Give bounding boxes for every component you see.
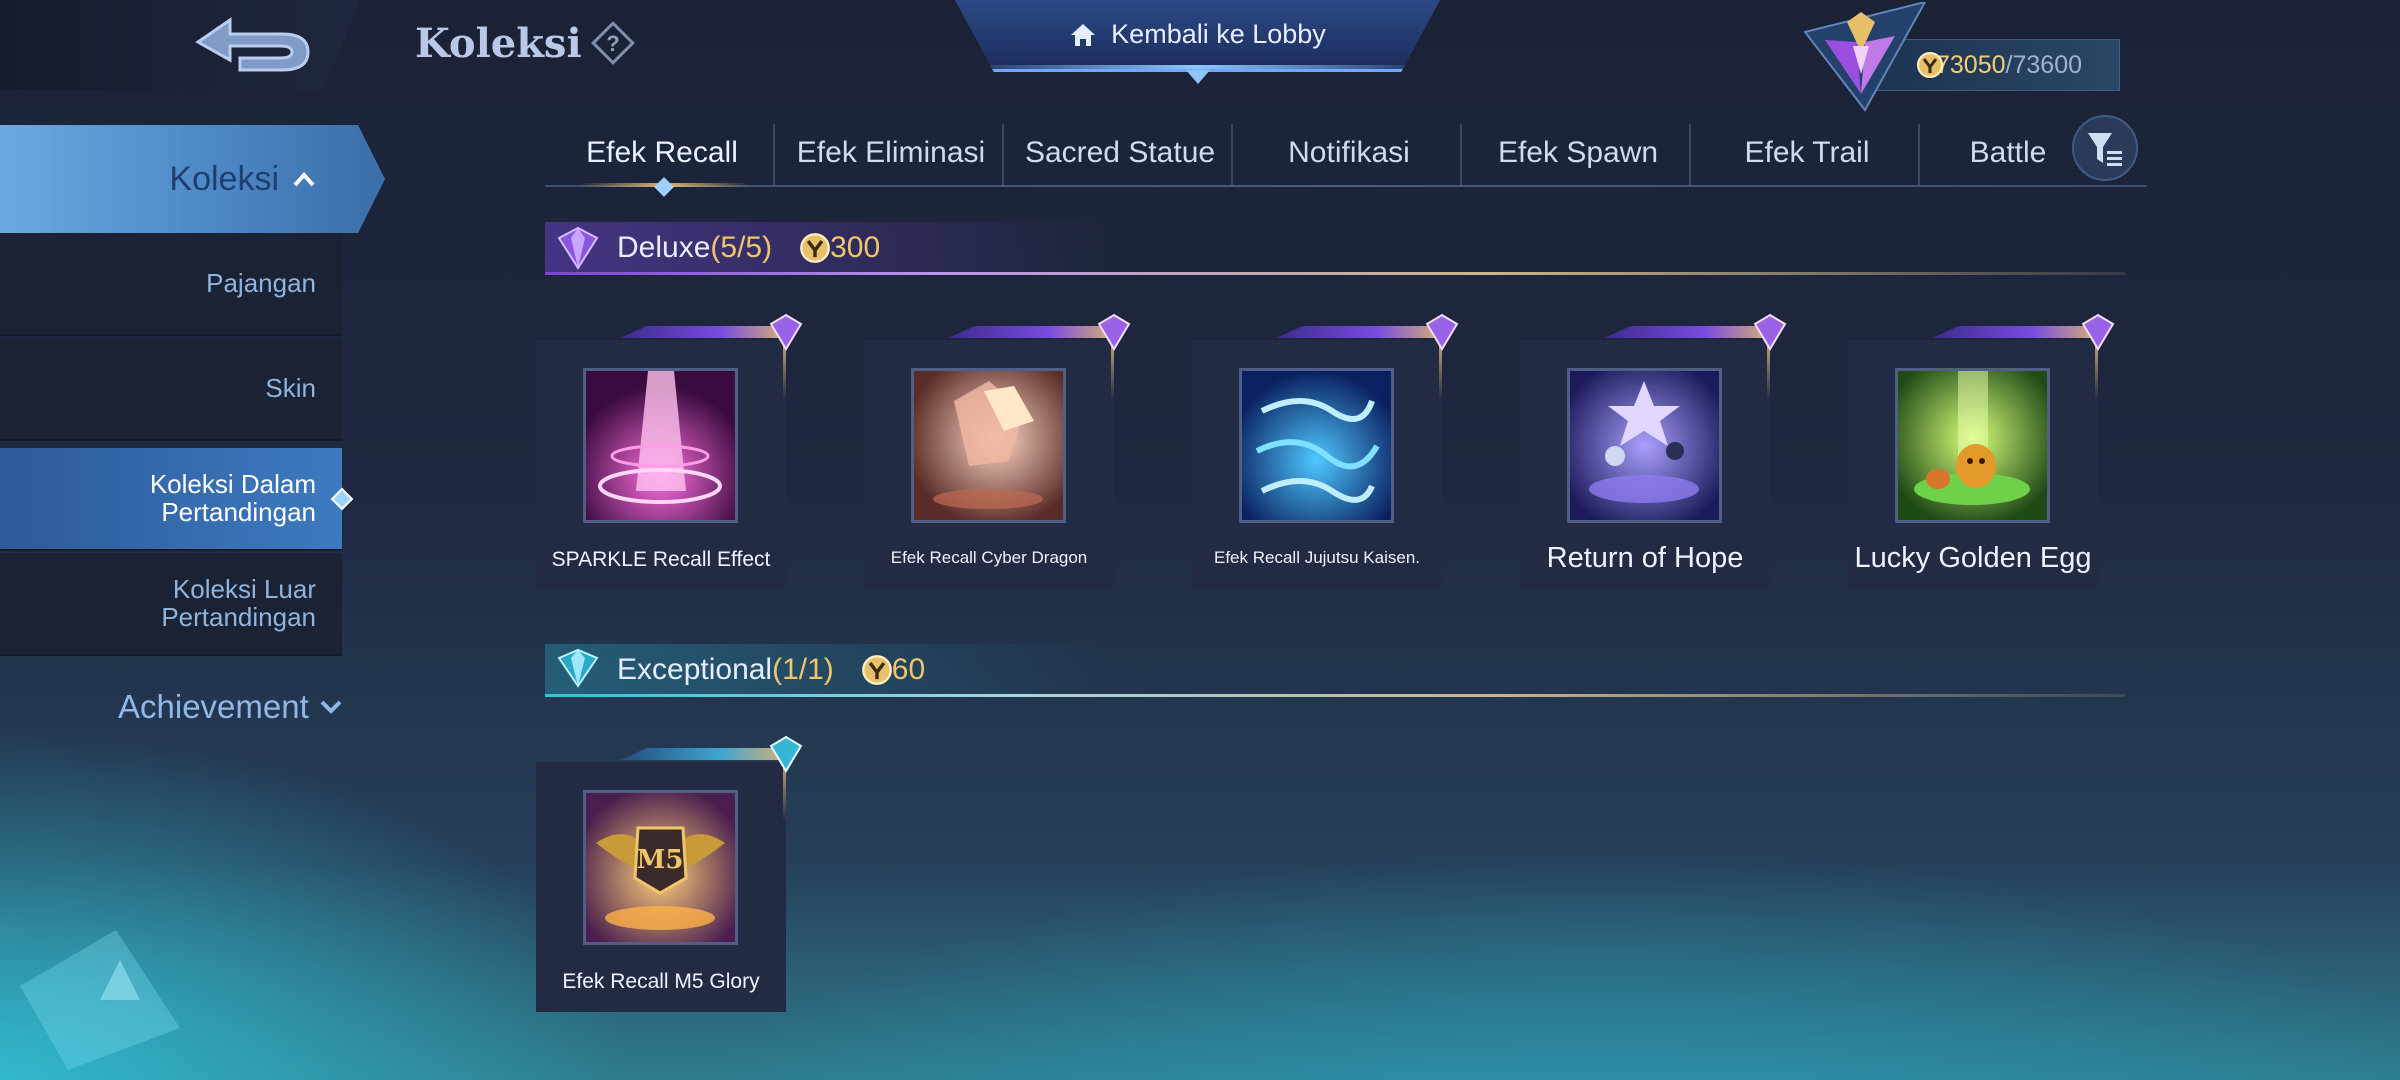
deluxe-gem-icon	[557, 226, 599, 270]
help-icon[interactable]: ?	[590, 20, 636, 66]
exceptional-cost: 60	[891, 653, 926, 686]
chevron-down-icon	[320, 700, 342, 714]
item-card-m5-glory[interactable]: M5 Efek Recall M5 Glory	[536, 735, 803, 1012]
chevron-up-icon	[293, 172, 315, 187]
sidebar-item-label: Koleksi Luar Pertandingan	[161, 576, 316, 631]
category-tabs: Efek Recall Efek Eliminasi Sacred Statue…	[548, 120, 2148, 186]
item-thumbnail	[1567, 368, 1722, 523]
item-thumbnail	[583, 368, 738, 523]
coin-icon	[800, 233, 830, 263]
filter-button[interactable]	[2072, 115, 2138, 181]
tab-label: Efek Spawn	[1497, 136, 1659, 169]
card-rarity-band	[620, 748, 788, 760]
sidebar-item-label-line2: Pertandingan	[161, 496, 316, 527]
item-thumbnail: M5	[583, 790, 738, 945]
tab-label: Sacred Statue	[1024, 136, 1216, 169]
exceptional-gem-icon	[557, 648, 599, 688]
sidebar-item-koleksi-dalam-pertandingan[interactable]: Koleksi Dalam Pertandingan	[0, 448, 342, 551]
sidebar-item-koleksi-luar-pertandingan[interactable]: Koleksi Luar Pertandingan	[0, 553, 342, 656]
deluxe-section-header: Deluxe(5/5) 300	[555, 216, 880, 280]
deluxe-cost: 300	[830, 231, 881, 264]
back-button[interactable]	[190, 12, 320, 80]
sidebar-item-label-line1: Koleksi Luar	[172, 574, 316, 605]
sidebar-achievement[interactable]: Achievement	[118, 688, 343, 726]
back-arrow-icon	[195, 17, 310, 72]
sidebar-item-label-line2: Pertandingan	[161, 601, 316, 632]
tab-sacred-statue[interactable]: Sacred Statue	[1006, 120, 1234, 186]
sidebar-item-pajangan[interactable]: Pajangan	[0, 233, 342, 336]
item-label: Efek Recall Cyber Dragon	[890, 548, 1088, 567]
card-rarity-band	[1604, 326, 1772, 338]
card-rarity-band	[1276, 326, 1444, 338]
exceptional-section-header: Exceptional(1/1) 60	[555, 638, 925, 702]
item-thumbnail	[1895, 368, 2050, 523]
tab-divider	[1002, 124, 1004, 186]
item-card-cyber-dragon[interactable]: Efek Recall Cyber Dragon	[864, 313, 1131, 590]
deluxe-count: (5/5)	[710, 231, 773, 264]
tab-divider	[773, 124, 775, 186]
item-label: SPARKLE Recall Effect	[551, 548, 771, 571]
tab-label: Battle	[1969, 136, 2047, 169]
deluxe-title-text: Deluxe	[617, 231, 711, 264]
svg-text:?: ?	[606, 31, 619, 56]
item-card-lucky-golden-egg[interactable]: Lucky Golden Egg	[1848, 313, 2115, 590]
deluxe-gem-icon	[1097, 313, 1131, 351]
item-card-jujutsu-kaisen[interactable]: Efek Recall Jujutsu Kaisen.	[1192, 313, 1459, 590]
sidebar-item-label: Koleksi Dalam Pertandingan	[150, 471, 316, 526]
deluxe-gem-icon	[1425, 313, 1459, 351]
sidebar-item-skin[interactable]: Skin	[0, 338, 342, 441]
points-max: 73600	[2012, 50, 2083, 79]
decorative-shard	[20, 930, 180, 1070]
item-label: Efek Recall M5 Glory	[562, 970, 760, 993]
coin-icon	[862, 655, 892, 685]
tab-efek-spawn[interactable]: Efek Spawn	[1464, 120, 1692, 186]
back-to-lobby-button[interactable]: Kembali ke Lobby	[955, 0, 1440, 72]
exceptional-title-text: Exceptional	[617, 653, 773, 686]
item-thumbnail	[1239, 368, 1394, 523]
tabs-divider-line	[545, 185, 2147, 187]
tab-efek-eliminasi[interactable]: Efek Eliminasi	[777, 120, 1005, 186]
sidebar-item-label: Pajangan	[206, 267, 316, 298]
back-to-lobby-label: Kembali ke Lobby	[1111, 19, 1326, 49]
tab-efek-trail[interactable]: Efek Trail	[1693, 120, 1921, 186]
tab-label: Efek Eliminasi	[796, 136, 986, 169]
item-label: Lucky Golden Egg	[1854, 542, 2092, 574]
item-card-return-of-hope[interactable]: Return of Hope	[1520, 313, 1787, 590]
item-label: Efek Recall Jujutsu Kaisen.	[1214, 548, 1420, 567]
card-rarity-band	[1932, 326, 2100, 338]
deluxe-title: Deluxe(5/5)	[617, 231, 772, 265]
tab-notifikasi[interactable]: Notifikasi	[1235, 120, 1463, 186]
page-title: Koleksi	[415, 20, 582, 67]
deluxe-gem-icon	[769, 313, 803, 351]
tab-divider	[1689, 124, 1691, 186]
sidebar-item-label-line1: Koleksi Dalam	[149, 469, 316, 500]
card-rarity-band	[620, 326, 788, 338]
tab-label: Efek Recall	[586, 136, 738, 169]
tab-efek-recall[interactable]: Efek Recall	[548, 120, 776, 186]
deluxe-gem-icon	[2081, 313, 2115, 351]
item-card-sparkle-recall[interactable]: SPARKLE Recall Effect	[536, 313, 803, 590]
lobby-tip-marker	[1186, 70, 1210, 84]
sidebar-koleksi-label: Koleksi	[169, 159, 279, 198]
m5-badge-text: M5	[637, 845, 684, 875]
tab-divider	[1460, 124, 1462, 186]
tab-divider	[1231, 124, 1233, 186]
tab-label: Notifikasi	[1288, 136, 1410, 169]
deluxe-gem-icon	[1753, 313, 1787, 351]
achievement-label: Achievement	[118, 688, 309, 725]
exceptional-gem-icon	[769, 735, 803, 773]
exceptional-count: (1/1)	[772, 653, 834, 686]
points-current: 73050	[1936, 50, 2006, 79]
item-thumbnail	[911, 368, 1066, 523]
sidebar-koleksi-header[interactable]: Koleksi	[0, 125, 385, 233]
item-label: Return of Hope	[1546, 542, 1744, 574]
sidebar-item-label: Skin	[265, 372, 316, 403]
filter-icon	[2088, 133, 2122, 166]
exceptional-title: Exceptional(1/1)	[617, 653, 834, 687]
tab-label: Efek Trail	[1744, 136, 1870, 169]
home-icon	[1071, 23, 1096, 46]
card-rarity-band	[948, 326, 1116, 338]
rank-emblem-icon	[1795, 0, 1930, 112]
